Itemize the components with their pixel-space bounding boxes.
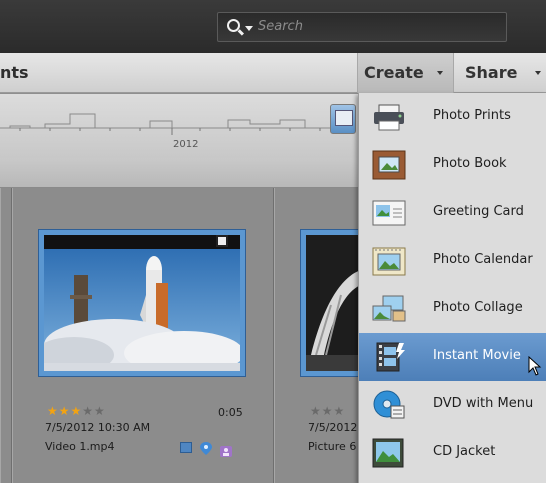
video-preview-image	[44, 235, 240, 371]
menu-item-label: Greeting Card	[433, 204, 524, 219]
item-datetime: 7/5/2012	[308, 421, 358, 434]
collage-icon	[371, 293, 407, 325]
top-bar: Search	[0, 0, 546, 53]
video-duration: 0:05	[218, 406, 243, 419]
star-rating[interactable]: ★★★★★	[47, 404, 106, 418]
menu-item-photo-prints[interactable]: Photo Prints	[359, 93, 546, 141]
chevron-down-icon	[437, 71, 443, 75]
menu-item-label: CD Jacket	[433, 444, 496, 459]
main-toolbar: nts Create Share	[0, 53, 546, 93]
photo-preview-image	[306, 235, 361, 371]
search-icon[interactable]	[227, 19, 240, 32]
cd-jacket-icon	[371, 437, 407, 469]
share-button-label: Share	[465, 63, 518, 82]
menu-item-photo-collage[interactable]: Photo Collage	[359, 285, 546, 333]
timeline-year-label: 2012	[173, 139, 199, 150]
item-filename: Picture 6	[308, 440, 357, 453]
create-button[interactable]: Create	[357, 53, 454, 93]
menu-item-instant-movie[interactable]: Instant Movie	[359, 333, 546, 381]
calendar-event-icon[interactable]	[180, 442, 192, 453]
share-button[interactable]: Share	[455, 53, 546, 93]
menu-item-cd-jacket[interactable]: CD Jacket	[359, 429, 546, 477]
timeline-slider-handle[interactable]	[330, 104, 356, 134]
menu-item-label: Photo Collage	[433, 300, 523, 315]
people-tag-icon[interactable]	[220, 442, 232, 457]
location-pin-icon[interactable]	[200, 440, 212, 455]
mouse-cursor-icon	[528, 356, 542, 376]
star-rating[interactable]: ★★★	[310, 404, 345, 418]
grid-cell	[0, 188, 12, 483]
menu-item-dvd-with-menu[interactable]: DVD with Menu	[359, 381, 546, 429]
search-placeholder: Search	[258, 19, 303, 34]
video-thumbnail[interactable]	[38, 229, 246, 377]
photo-thumbnail[interactable]	[300, 229, 361, 377]
menu-item-photo-book[interactable]: Photo Book	[359, 141, 546, 189]
search-input[interactable]: Search	[217, 12, 507, 42]
chevron-down-icon	[535, 71, 541, 75]
photo-book-icon	[371, 149, 407, 181]
calendar-icon	[371, 245, 407, 277]
menu-item-label: Photo Calendar	[433, 252, 533, 267]
section-title: nts	[0, 63, 29, 82]
item-datetime: 7/5/2012 10:30 AM	[45, 421, 151, 434]
search-options-chevron-icon[interactable]	[245, 26, 253, 31]
dvd-icon	[371, 389, 407, 421]
arch-structure-image	[306, 235, 361, 371]
item-filename: Video 1.mp4	[45, 440, 115, 453]
menu-item-label: Photo Prints	[433, 108, 511, 123]
menu-item-photo-calendar[interactable]: Photo Calendar	[359, 237, 546, 285]
movie-icon	[371, 341, 407, 373]
menu-item-greeting-card[interactable]: Greeting Card	[359, 189, 546, 237]
menu-item-label: Photo Book	[433, 156, 507, 171]
shuttle-launch-image	[44, 235, 240, 371]
create-button-label: Create	[364, 63, 424, 82]
menu-item-label: DVD with Menu	[433, 396, 534, 411]
menu-item-label: Instant Movie	[433, 348, 521, 363]
video-film-icon	[216, 235, 228, 247]
printer-icon	[371, 101, 407, 133]
greeting-card-icon	[371, 197, 407, 229]
create-dropdown-menu: Photo Prints Photo Book Greeting Card Ph…	[358, 93, 546, 483]
